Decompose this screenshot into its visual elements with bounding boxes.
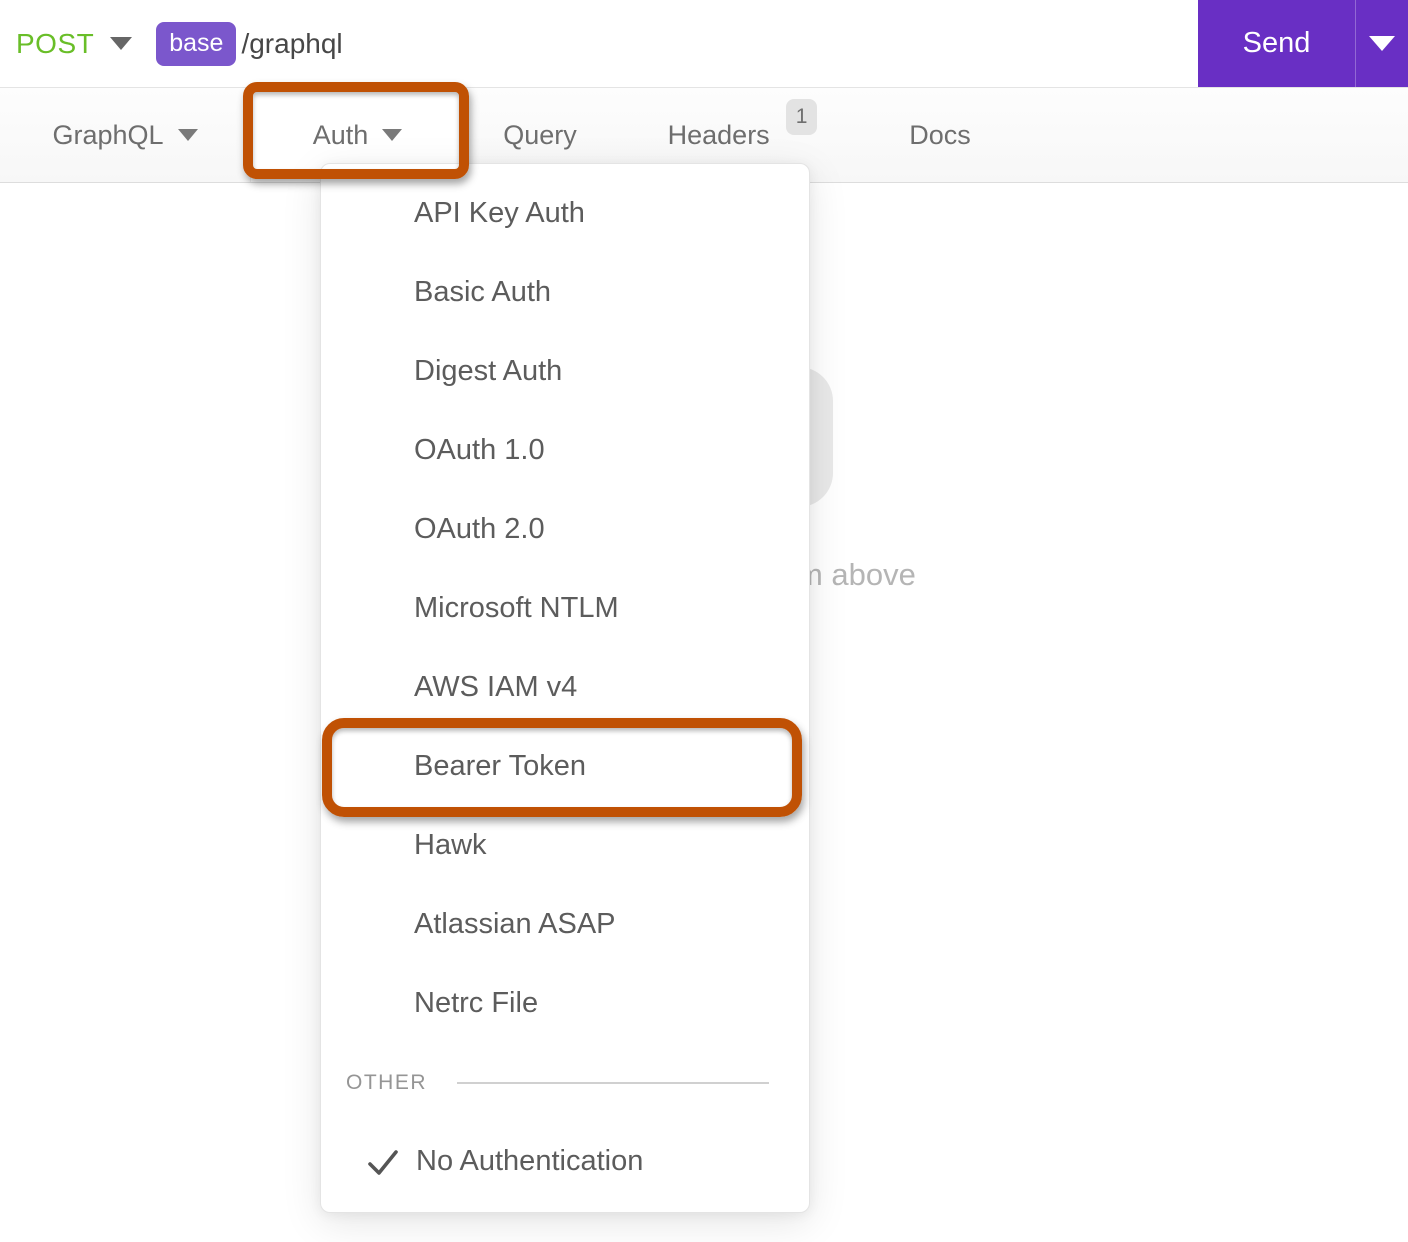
tab-graphql-label: GraphQL <box>52 120 163 151</box>
auth-menu-item-label: Bearer Token <box>414 750 586 783</box>
body-hint-text: m above <box>797 557 916 593</box>
chevron-down-icon <box>178 129 198 141</box>
chevron-down-icon <box>382 129 402 141</box>
tab-docs-label: Docs <box>909 120 971 151</box>
tab-query-label: Query <box>503 120 577 151</box>
checkmark-icon <box>364 1143 402 1181</box>
headers-count-badge: 1 <box>786 99 818 135</box>
auth-menu-items: API Key Auth Basic Auth Digest Auth OAuth 1… <box>321 174 809 1043</box>
auth-menu-item-label: Netrc File <box>414 987 538 1020</box>
auth-menu-item-microsoft-ntlm[interactable]: Microsoft NTLM <box>321 569 809 648</box>
tab-auth-label: Auth <box>313 120 369 151</box>
url-input[interactable]: /graphql <box>241 28 342 60</box>
tab-docs[interactable]: Docs <box>870 88 1010 182</box>
auth-menu-item-label: Atlassian ASAP <box>414 908 616 941</box>
tab-headers-label: Headers <box>668 120 770 151</box>
send-button-group: Send <box>1198 0 1408 87</box>
auth-menu-item-label: Microsoft NTLM <box>414 592 619 625</box>
tab-graphql[interactable]: GraphQL <box>0 88 250 182</box>
auth-menu-item-aws-iam-v4[interactable]: AWS IAM v4 <box>321 648 809 727</box>
section-divider-line <box>457 1082 769 1084</box>
auth-menu-item-label: Basic Auth <box>414 276 551 309</box>
auth-menu-item-bearer-token[interactable]: Bearer Token <box>321 727 809 806</box>
auth-menu-item-label: OAuth 1.0 <box>414 434 545 467</box>
environment-variable-tag[interactable]: base <box>156 22 236 66</box>
send-button[interactable]: Send <box>1198 0 1355 87</box>
auth-menu-item-oauth-1-0[interactable]: OAuth 1.0 <box>321 411 809 490</box>
auth-menu-item-hawk[interactable]: Hawk <box>321 806 809 885</box>
auth-menu-item-label: No Authentication <box>416 1145 643 1178</box>
auth-menu-item-label: OAuth 2.0 <box>414 513 545 546</box>
chevron-down-icon <box>1369 36 1395 51</box>
auth-menu-item-netrc-file[interactable]: Netrc File <box>321 964 809 1043</box>
auth-menu-item-api-key-auth[interactable]: API Key Auth <box>321 174 809 253</box>
send-options-button[interactable] <box>1355 0 1408 87</box>
auth-menu-item-basic-auth[interactable]: Basic Auth <box>321 253 809 332</box>
auth-menu-item-no-authentication[interactable]: No Authentication <box>321 1122 809 1201</box>
auth-menu-item-label: API Key Auth <box>414 197 585 230</box>
auth-dropdown-menu: API Key Auth Basic Auth Digest Auth OAuth 1… <box>320 163 810 1213</box>
other-section-label: OTHER <box>346 1071 427 1095</box>
auth-menu-item-label: Digest Auth <box>414 355 562 388</box>
auth-menu-item-label: AWS IAM v4 <box>414 671 577 704</box>
auth-menu-item-oauth-2-0[interactable]: OAuth 2.0 <box>321 490 809 569</box>
method-selector[interactable]: POST <box>16 28 94 60</box>
auth-menu-item-atlassian-asap[interactable]: Atlassian ASAP <box>321 885 809 964</box>
chevron-down-icon[interactable] <box>110 37 132 50</box>
auth-menu-other-section: OTHER <box>321 1043 809 1122</box>
auth-menu-item-label: Hawk <box>414 829 487 862</box>
request-url-bar: POST base /graphql Send <box>0 0 1408 88</box>
auth-menu-item-digest-auth[interactable]: Digest Auth <box>321 332 809 411</box>
